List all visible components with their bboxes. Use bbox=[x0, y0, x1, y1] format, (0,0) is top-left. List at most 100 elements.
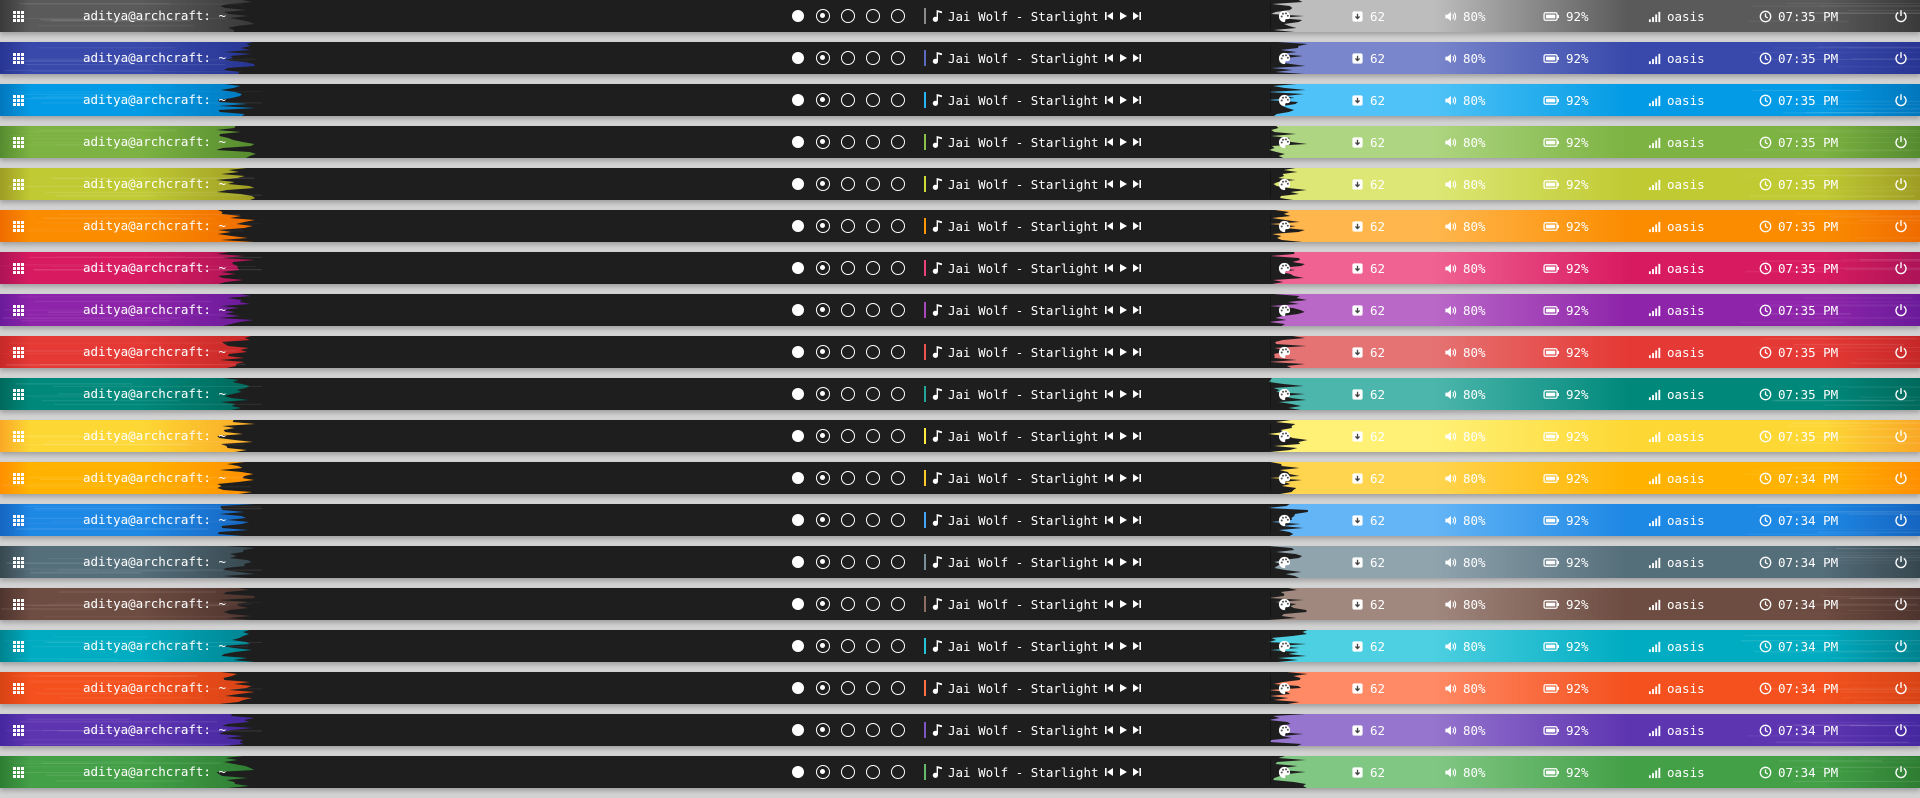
workspace-4[interactable] bbox=[866, 219, 880, 233]
volume-module[interactable]: 80% bbox=[1444, 672, 1486, 704]
play-icon[interactable] bbox=[1118, 431, 1128, 441]
workspace-5[interactable] bbox=[891, 345, 905, 359]
volume-module[interactable]: 80% bbox=[1444, 84, 1486, 116]
skip-previous-icon[interactable] bbox=[1104, 263, 1114, 273]
network-module[interactable]: oasis bbox=[1648, 84, 1705, 116]
battery-module[interactable]: 92% bbox=[1543, 378, 1589, 410]
workspace-3[interactable] bbox=[841, 345, 855, 359]
workspace-2[interactable] bbox=[816, 219, 830, 233]
workspace-5[interactable] bbox=[891, 177, 905, 191]
workspace-1[interactable] bbox=[792, 220, 804, 232]
theme-module[interactable] bbox=[1278, 672, 1297, 704]
play-icon[interactable] bbox=[1118, 599, 1128, 609]
skip-next-icon[interactable] bbox=[1132, 221, 1142, 231]
workspace-3[interactable] bbox=[841, 429, 855, 443]
app-menu-button[interactable] bbox=[0, 756, 36, 788]
workspace-4[interactable] bbox=[866, 723, 880, 737]
workspace-4[interactable] bbox=[866, 513, 880, 527]
packages-module[interactable]: 62 bbox=[1351, 756, 1385, 788]
network-module[interactable]: oasis bbox=[1648, 0, 1705, 32]
skip-previous-icon[interactable] bbox=[1104, 221, 1114, 231]
power-icon[interactable] bbox=[1894, 93, 1908, 107]
workspace-5[interactable] bbox=[891, 9, 905, 23]
theme-module[interactable] bbox=[1278, 168, 1297, 200]
battery-module[interactable]: 92% bbox=[1543, 630, 1589, 662]
clock-module[interactable]: 07:34 PM bbox=[1759, 462, 1838, 494]
play-icon[interactable] bbox=[1118, 515, 1128, 525]
workspace-1[interactable] bbox=[792, 94, 804, 106]
workspace-3[interactable] bbox=[841, 597, 855, 611]
workspace-2[interactable] bbox=[816, 513, 830, 527]
workspace-4[interactable] bbox=[866, 135, 880, 149]
skip-next-icon[interactable] bbox=[1132, 725, 1142, 735]
power-icon[interactable] bbox=[1894, 723, 1908, 737]
workspace-5[interactable] bbox=[891, 135, 905, 149]
packages-module[interactable]: 62 bbox=[1351, 378, 1385, 410]
theme-module[interactable] bbox=[1278, 0, 1297, 32]
workspace-5[interactable] bbox=[891, 597, 905, 611]
play-icon[interactable] bbox=[1118, 137, 1128, 147]
skip-next-icon[interactable] bbox=[1132, 305, 1142, 315]
skip-next-icon[interactable] bbox=[1132, 557, 1142, 567]
battery-module[interactable]: 92% bbox=[1543, 294, 1589, 326]
skip-previous-icon[interactable] bbox=[1104, 11, 1114, 21]
skip-next-icon[interactable] bbox=[1132, 347, 1142, 357]
volume-module[interactable]: 80% bbox=[1444, 294, 1486, 326]
workspace-3[interactable] bbox=[841, 639, 855, 653]
skip-previous-icon[interactable] bbox=[1104, 515, 1114, 525]
workspace-1[interactable] bbox=[792, 136, 804, 148]
workspace-3[interactable] bbox=[841, 261, 855, 275]
theme-module[interactable] bbox=[1278, 252, 1297, 284]
packages-module[interactable]: 62 bbox=[1351, 462, 1385, 494]
workspace-5[interactable] bbox=[891, 303, 905, 317]
workspace-2[interactable] bbox=[816, 93, 830, 107]
volume-module[interactable]: 80% bbox=[1444, 126, 1486, 158]
skip-previous-icon[interactable] bbox=[1104, 725, 1114, 735]
workspace-3[interactable] bbox=[841, 135, 855, 149]
play-icon[interactable] bbox=[1118, 305, 1128, 315]
app-menu-button[interactable] bbox=[0, 462, 36, 494]
workspace-3[interactable] bbox=[841, 303, 855, 317]
workspace-4[interactable] bbox=[866, 177, 880, 191]
battery-module[interactable]: 92% bbox=[1543, 756, 1589, 788]
workspace-3[interactable] bbox=[841, 219, 855, 233]
network-module[interactable]: oasis bbox=[1648, 420, 1705, 452]
packages-module[interactable]: 62 bbox=[1351, 42, 1385, 74]
app-menu-button[interactable] bbox=[0, 630, 36, 662]
clock-module[interactable]: 07:34 PM bbox=[1759, 672, 1838, 704]
network-module[interactable]: oasis bbox=[1648, 672, 1705, 704]
packages-module[interactable]: 62 bbox=[1351, 210, 1385, 242]
workspace-2[interactable] bbox=[816, 639, 830, 653]
workspace-1[interactable] bbox=[792, 346, 804, 358]
play-icon[interactable] bbox=[1118, 347, 1128, 357]
power-icon[interactable] bbox=[1894, 261, 1908, 275]
packages-module[interactable]: 62 bbox=[1351, 420, 1385, 452]
clock-module[interactable]: 07:35 PM bbox=[1759, 420, 1838, 452]
network-module[interactable]: oasis bbox=[1648, 756, 1705, 788]
volume-module[interactable]: 80% bbox=[1444, 420, 1486, 452]
skip-previous-icon[interactable] bbox=[1104, 53, 1114, 63]
play-icon[interactable] bbox=[1118, 473, 1128, 483]
volume-module[interactable]: 80% bbox=[1444, 42, 1486, 74]
play-icon[interactable] bbox=[1118, 389, 1128, 399]
battery-module[interactable]: 92% bbox=[1543, 714, 1589, 746]
clock-module[interactable]: 07:35 PM bbox=[1759, 84, 1838, 116]
workspace-2[interactable] bbox=[816, 597, 830, 611]
app-menu-button[interactable] bbox=[0, 294, 36, 326]
theme-module[interactable] bbox=[1278, 378, 1297, 410]
workspace-4[interactable] bbox=[866, 765, 880, 779]
volume-module[interactable]: 80% bbox=[1444, 336, 1486, 368]
workspace-5[interactable] bbox=[891, 471, 905, 485]
theme-module[interactable] bbox=[1278, 504, 1297, 536]
battery-module[interactable]: 92% bbox=[1543, 336, 1589, 368]
clock-module[interactable]: 07:34 PM bbox=[1759, 756, 1838, 788]
workspace-2[interactable] bbox=[816, 261, 830, 275]
volume-module[interactable]: 80% bbox=[1444, 378, 1486, 410]
workspace-4[interactable] bbox=[866, 597, 880, 611]
theme-module[interactable] bbox=[1278, 588, 1297, 620]
volume-module[interactable]: 80% bbox=[1444, 546, 1486, 578]
workspace-1[interactable] bbox=[792, 556, 804, 568]
theme-module[interactable] bbox=[1278, 294, 1297, 326]
skip-previous-icon[interactable] bbox=[1104, 179, 1114, 189]
battery-module[interactable]: 92% bbox=[1543, 462, 1589, 494]
